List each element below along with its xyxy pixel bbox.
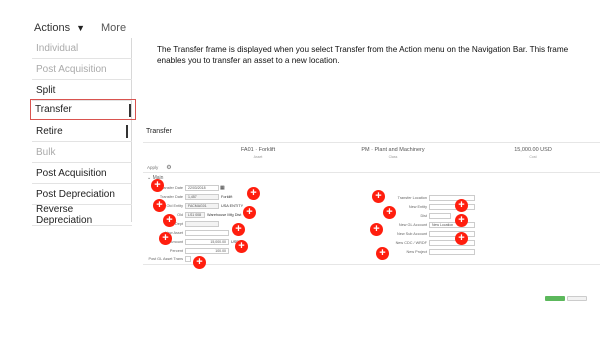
plus-circle-icon: +	[383, 206, 396, 219]
plus-circle-icon: +	[193, 256, 206, 269]
divider	[143, 142, 600, 143]
field-post-gl: Post GL Asset Trans	[147, 255, 191, 262]
screenshot: Actions ▼ More Individual Post Acquisiti…	[0, 0, 600, 338]
new-asset-input[interactable]	[185, 229, 229, 236]
plus-circle-icon: +	[159, 232, 172, 245]
plus-circle-icon: +	[163, 214, 176, 227]
field-suffix: Warehouse Mfg Dist	[207, 212, 242, 217]
field-label: Post GL Asset Trans	[148, 256, 183, 261]
field-value: LS1 008	[185, 211, 205, 218]
stat-cost: 15,000.00 USD Cost	[478, 147, 588, 159]
summary-stats: FA01 · Forklift Asset PM · Plant and Mac…	[143, 147, 600, 163]
transfer-date-input[interactable]: 22/03/2018	[185, 184, 219, 191]
field-label: New Sub Account	[397, 231, 427, 236]
menu-item-post-acquisition-bulk[interactable]: Post Acquisition	[32, 163, 132, 184]
field-value	[185, 220, 219, 227]
gear-icon[interactable]: ⚙	[166, 164, 171, 171]
stat-value: FA01 · Forklift	[240, 147, 276, 153]
plus-circle-icon: +	[376, 247, 389, 260]
field-label: New GL Account	[398, 222, 427, 227]
plus-circle-icon: +	[247, 187, 260, 200]
panel-title: Transfer	[146, 128, 172, 135]
menu-item-split[interactable]: Split	[32, 80, 132, 101]
stat-value: 15,000.00 USD	[514, 147, 552, 153]
field-percent: Percent 100.00	[147, 247, 229, 254]
plus-circle-icon: +	[455, 199, 468, 212]
caret-down-icon: ▼	[76, 23, 85, 33]
plus-circle-icon: +	[235, 240, 248, 253]
actions-label: Actions	[34, 22, 71, 34]
calendar-icon[interactable]: ▦	[220, 185, 225, 191]
stat-value: PM · Plant and Machinery	[361, 147, 425, 153]
menu-item-post-depreciation[interactable]: Post Depreciation	[32, 184, 132, 205]
transfer-location-input[interactable]	[429, 194, 475, 201]
dist-input[interactable]	[429, 212, 451, 219]
new-gl-account-select[interactable]: New Location	[429, 221, 475, 228]
new-cdc-input[interactable]	[429, 239, 475, 246]
menu-item-post-acquisition-individual[interactable]: Post Acquisition	[32, 59, 132, 80]
field-label: Percent	[169, 248, 183, 253]
divider	[143, 264, 600, 265]
menu-item-label: Reverse Depreciation	[36, 204, 93, 226]
percent-input[interactable]: 100.00	[185, 247, 229, 254]
menu-item-individual: Individual	[32, 38, 132, 59]
menu-item-label: Post Acquisition	[36, 63, 107, 75]
menu-item-label: Post Depreciation	[36, 188, 115, 200]
stat-label: Class	[388, 155, 398, 159]
plus-circle-icon: +	[455, 232, 468, 245]
actions-dropdown-button[interactable]: Actions ▼	[34, 22, 85, 34]
field-label: Transfer Date	[159, 194, 183, 199]
plus-circle-icon: +	[153, 199, 166, 212]
menu-item-bulk: Bulk	[32, 142, 132, 163]
stat-label: Cost	[529, 155, 537, 159]
description-text: The Transfer frame is displayed when you…	[157, 45, 569, 65]
more-button[interactable]: More	[101, 22, 126, 34]
menu-item-reverse-depreciation[interactable]: Reverse Depreciation	[32, 204, 132, 226]
menu-item-retire[interactable]: Retire	[32, 121, 132, 142]
menu-item-label: Retire	[36, 125, 63, 137]
field-label: Transfer Location	[397, 195, 427, 200]
stat-class: PM · Plant and Machinery Class	[333, 147, 453, 159]
field-old-dist: Old LS1 008 Warehouse Mfg Dist	[147, 211, 241, 218]
post-gl-checkbox[interactable]	[185, 255, 191, 262]
field-new-project: New Project	[383, 248, 475, 255]
apply-button[interactable]: Apply	[147, 165, 158, 170]
amount-input[interactable]: 15,000.00	[185, 238, 229, 245]
cursor-bar	[129, 104, 131, 117]
plus-circle-icon: +	[372, 190, 385, 203]
menu-item-label: Individual	[36, 42, 79, 54]
plus-circle-icon: +	[151, 179, 164, 192]
stat-asset: FA01 · Forklift Asset	[203, 147, 313, 159]
divider	[143, 172, 600, 173]
plus-circle-icon: +	[455, 214, 468, 227]
cancel-button[interactable]	[567, 296, 587, 301]
menu-item-label: Bulk	[36, 146, 56, 158]
actions-menu: Individual Post Acquisition Split Transf…	[30, 38, 136, 226]
stat-label: Asset	[253, 155, 263, 159]
actions-toolbar: Actions ▼ More	[34, 18, 126, 38]
new-project-input[interactable]	[429, 248, 475, 255]
field-value: 1,457	[185, 193, 219, 200]
menu-item-label: Transfer	[35, 104, 72, 115]
field-value: FACMAG01	[185, 202, 219, 209]
new-entity-input[interactable]	[429, 203, 475, 210]
new-sub-account-input[interactable]	[429, 230, 475, 237]
field-old-dept: Old Dept	[147, 220, 219, 227]
menu-item-transfer[interactable]: Transfer	[30, 99, 136, 120]
panel-toolbar: Apply ⚙	[147, 163, 172, 171]
field-suffix: USA ENTITY	[221, 203, 244, 208]
ok-button[interactable]	[545, 296, 565, 301]
plus-circle-icon: +	[370, 223, 383, 236]
field-label: New CDC / WRDF	[395, 240, 427, 245]
plus-circle-icon: +	[232, 223, 245, 236]
plus-circle-icon: +	[243, 206, 256, 219]
field-suffix: Forklift	[221, 194, 233, 199]
menu-item-label: Post Acquisition	[36, 167, 107, 179]
field-label: New Project	[406, 249, 427, 254]
menu-item-label: Split	[36, 84, 56, 96]
cursor-bar	[126, 125, 128, 138]
